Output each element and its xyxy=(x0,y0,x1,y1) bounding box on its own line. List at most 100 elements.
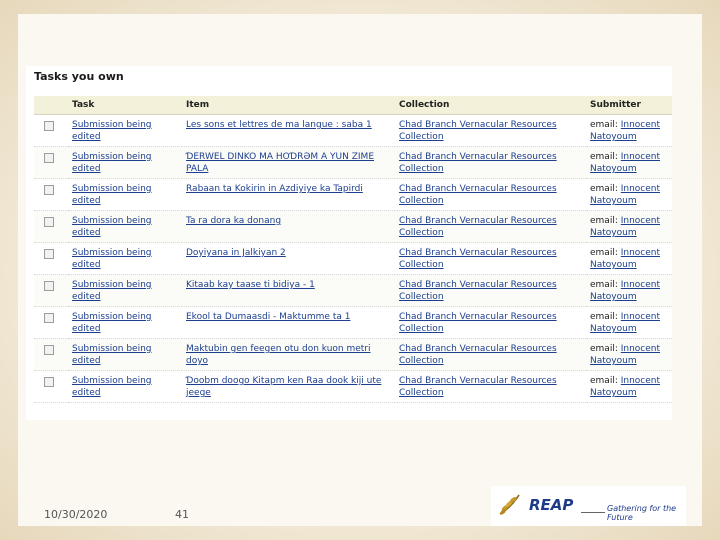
table-row: Submission being edited Ɗoobm doogo Kitap… xyxy=(34,370,672,403)
submitter-column-header[interactable]: Submitter xyxy=(586,96,672,115)
item-link-cell: Ekool ta Dumaasdi - Maktumme ta 1 xyxy=(182,306,395,339)
table-row: Submission being edited Doyiyana in Jalki… xyxy=(34,242,672,275)
submitter-cell: email: Innocent Natoyoum xyxy=(586,274,672,307)
collection-link[interactable]: Chad Branch Vernacular Resources Collect… xyxy=(399,280,557,302)
task-link-cell: Submission being edited xyxy=(68,306,182,339)
task-link[interactable]: Submission being edited xyxy=(72,376,152,398)
logo-divider xyxy=(581,512,605,513)
collection-link[interactable]: Chad Branch Vernacular Resources Collect… xyxy=(399,344,557,366)
collection-link[interactable]: Chad Branch Vernacular Resources Collect… xyxy=(399,248,557,270)
item-link[interactable]: Ta ra dora ka donang xyxy=(186,216,281,226)
item-link-cell: ƊERWEL DINKO MA HOƊRƏM A YUN ZIME PALA xyxy=(182,146,395,179)
item-link[interactable]: Ekool ta Dumaasdi - Maktumme ta 1 xyxy=(186,312,350,322)
footer-page-number: 41 xyxy=(175,508,189,521)
row-select-checkbox[interactable] xyxy=(44,249,54,259)
item-link-cell: Ɗoobm doogo Kitapm ken Raa dook kiji ute… xyxy=(182,370,395,403)
reap-wheat-icon xyxy=(499,494,520,515)
row-select-cell xyxy=(34,146,68,179)
task-link[interactable]: Submission being edited xyxy=(72,344,152,366)
item-column-header[interactable]: Item xyxy=(182,96,395,115)
collection-link-cell: Chad Branch Vernacular Resources Collect… xyxy=(395,306,586,339)
task-link[interactable]: Submission being edited xyxy=(72,216,152,238)
row-select-cell xyxy=(34,242,68,275)
task-link-cell: Submission being edited xyxy=(68,242,182,275)
task-link-cell: Submission being edited xyxy=(68,146,182,179)
row-select-checkbox[interactable] xyxy=(44,121,54,131)
submitter-cell: email: Innocent Natoyoum xyxy=(586,178,672,211)
row-select-checkbox[interactable] xyxy=(44,377,54,387)
submitter-email-label: email: xyxy=(590,344,618,354)
submitter-email-label: email: xyxy=(590,184,618,194)
collection-link-cell: Chad Branch Vernacular Resources Collect… xyxy=(395,274,586,307)
table-row: Submission being edited Les sons et lettr… xyxy=(34,114,672,147)
table-row: Submission being edited Ta ra dora ka don… xyxy=(34,210,672,243)
collection-link[interactable]: Chad Branch Vernacular Resources Collect… xyxy=(399,184,557,206)
table-row: Submission being edited Rabaan ta Kokirin… xyxy=(34,178,672,211)
collection-link[interactable]: Chad Branch Vernacular Resources Collect… xyxy=(399,312,557,334)
item-link[interactable]: Les sons et lettres de ma langue : saba … xyxy=(186,120,372,130)
submitter-email-label: email: xyxy=(590,280,618,290)
collection-link[interactable]: Chad Branch Vernacular Resources Collect… xyxy=(399,120,557,142)
submitter-email-label: email: xyxy=(590,152,618,162)
collection-link[interactable]: Chad Branch Vernacular Resources Collect… xyxy=(399,376,557,398)
task-link-cell: Submission being edited xyxy=(68,274,182,307)
collection-link-cell: Chad Branch Vernacular Resources Collect… xyxy=(395,338,586,371)
item-link-cell: Doyiyana in Jalkiyan 2 xyxy=(182,242,395,275)
collection-link-cell: Chad Branch Vernacular Resources Collect… xyxy=(395,210,586,243)
footer-date: 10/30/2020 xyxy=(44,508,108,521)
row-select-checkbox[interactable] xyxy=(44,217,54,227)
item-link-cell: Maktubin gen feegen otu don kuon metri d… xyxy=(182,338,395,371)
collection-link[interactable]: Chad Branch Vernacular Resources Collect… xyxy=(399,152,557,174)
item-link[interactable]: Doyiyana in Jalkiyan 2 xyxy=(186,248,286,258)
collection-link[interactable]: Chad Branch Vernacular Resources Collect… xyxy=(399,216,557,238)
submitter-email-label: email: xyxy=(590,216,618,226)
item-link[interactable]: Maktubin gen feegen otu don kuon metri d… xyxy=(186,344,371,366)
item-link[interactable]: Ɗoobm doogo Kitapm ken Raa dook kiji ute… xyxy=(186,376,381,398)
item-link[interactable]: Rabaan ta Kokirin in Azdiyiye ka Tapirdi xyxy=(186,184,363,194)
task-link[interactable]: Submission being edited xyxy=(72,184,152,206)
collection-link-cell: Chad Branch Vernacular Resources Collect… xyxy=(395,242,586,275)
submitter-email-label: email: xyxy=(590,248,618,258)
item-link[interactable]: Kitaab kay taase ti bidiya - 1 xyxy=(186,280,315,290)
task-link-cell: Submission being edited xyxy=(68,114,182,147)
submitter-cell: email: Innocent Natoyoum xyxy=(586,146,672,179)
task-link-cell: Submission being edited xyxy=(68,210,182,243)
task-link[interactable]: Submission being edited xyxy=(72,280,152,302)
row-select-cell xyxy=(34,210,68,243)
task-link-cell: Submission being edited xyxy=(68,370,182,403)
item-link-cell: Ta ra dora ka donang xyxy=(182,210,395,243)
row-select-cell xyxy=(34,178,68,211)
row-select-cell xyxy=(34,114,68,147)
task-link[interactable]: Submission being edited xyxy=(72,120,152,142)
row-select-cell xyxy=(34,338,68,371)
task-link[interactable]: Submission being edited xyxy=(72,248,152,270)
reap-logo: REAP Gathering for the Future xyxy=(491,486,686,526)
collection-column-header[interactable]: Collection xyxy=(395,96,586,115)
row-select-checkbox[interactable] xyxy=(44,313,54,323)
row-select-checkbox[interactable] xyxy=(44,281,54,291)
submitter-cell: email: Innocent Natoyoum xyxy=(586,210,672,243)
task-link[interactable]: Submission being edited xyxy=(72,152,152,174)
item-link[interactable]: ƊERWEL DINKO MA HOƊRƏM A YUN ZIME PALA xyxy=(186,152,374,174)
submitter-cell: email: Innocent Natoyoum xyxy=(586,242,672,275)
task-link-cell: Submission being edited xyxy=(68,338,182,371)
submitter-cell: email: Innocent Natoyoum xyxy=(586,338,672,371)
table-row: Submission being edited Ekool ta Dumaasdi… xyxy=(34,306,672,339)
logo-tagline: Gathering for the Future xyxy=(607,504,677,522)
submitter-email-label: email: xyxy=(590,376,618,386)
item-link-cell: Kitaab kay taase ti bidiya - 1 xyxy=(182,274,395,307)
submitter-email-label: email: xyxy=(590,120,618,130)
collection-link-cell: Chad Branch Vernacular Resources Collect… xyxy=(395,114,586,147)
submitter-cell: email: Innocent Natoyoum xyxy=(586,370,672,403)
row-select-checkbox[interactable] xyxy=(44,153,54,163)
row-select-checkbox[interactable] xyxy=(44,185,54,195)
table-row: Submission being edited Kitaab kay taase … xyxy=(34,274,672,307)
item-link-cell: Les sons et lettres de ma langue : saba … xyxy=(182,114,395,147)
table-row: Submission being edited Maktubin gen feeg… xyxy=(34,338,672,371)
collection-link-cell: Chad Branch Vernacular Resources Collect… xyxy=(395,178,586,211)
task-link[interactable]: Submission being edited xyxy=(72,312,152,334)
task-column-header[interactable]: Task xyxy=(68,96,182,115)
collection-link-cell: Chad Branch Vernacular Resources Collect… xyxy=(395,146,586,179)
task-link-cell: Submission being edited xyxy=(68,178,182,211)
row-select-checkbox[interactable] xyxy=(44,345,54,355)
